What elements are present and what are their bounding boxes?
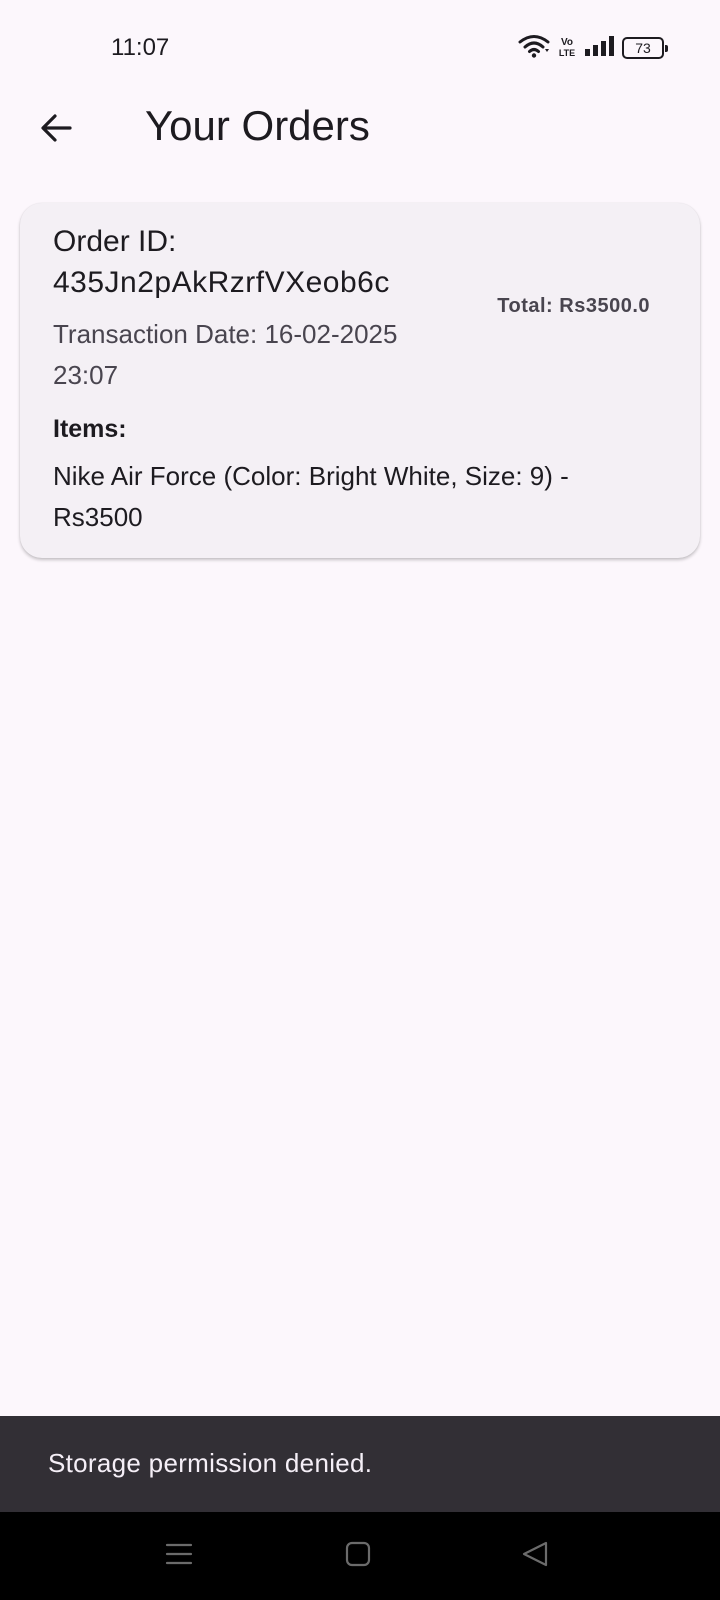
items-heading: Items:: [53, 415, 127, 443]
volte-bottom-label: LTE: [558, 48, 576, 58]
order-card[interactable]: Order ID: 435Jn2pAkRzrfVXeob6c Transacti…: [20, 203, 700, 558]
snackbar: Storage permission denied.: [0, 1416, 720, 1512]
back-nav-button[interactable]: [513, 1534, 557, 1578]
order-id-value: 435Jn2pAkRzrfVXeob6c: [53, 266, 390, 299]
system-nav-bar: [0, 1512, 720, 1600]
order-id-label: Order ID:: [53, 225, 177, 258]
wifi-icon: [518, 34, 550, 63]
order-item: Nike Air Force (Color: Bright White, Siz…: [53, 461, 569, 532]
back-button[interactable]: [30, 104, 82, 156]
home-button[interactable]: [336, 1534, 380, 1578]
volte-top-label: Vo: [560, 37, 574, 48]
home-square-icon: [344, 1540, 372, 1573]
status-icons: Vo LTE 73: [518, 34, 668, 63]
triangle-back-icon: [521, 1540, 549, 1573]
menu-icon: [165, 1540, 193, 1573]
status-time: 11:07: [111, 34, 170, 61]
battery-icon: 73: [622, 37, 668, 59]
status-bar: 11:07 Vo LTE 73: [0, 0, 720, 96]
transaction-date: Transaction Date: 16-02-2025 23:07: [53, 319, 398, 390]
arrow-back-icon: [38, 110, 74, 151]
recents-button[interactable]: [157, 1534, 201, 1578]
orders-screen: 11:07 Vo LTE 73 Your Orders Order ID: 43…: [0, 0, 720, 1600]
snackbar-message: Storage permission denied.: [48, 1448, 373, 1478]
page-title: Your Orders: [145, 102, 370, 149]
app-bar: Your Orders: [0, 96, 720, 160]
signal-icon: [584, 35, 614, 61]
volte-icon: Vo LTE: [558, 37, 576, 59]
battery-level: 73: [635, 40, 651, 56]
order-total: Total: Rs3500.0: [497, 295, 650, 317]
